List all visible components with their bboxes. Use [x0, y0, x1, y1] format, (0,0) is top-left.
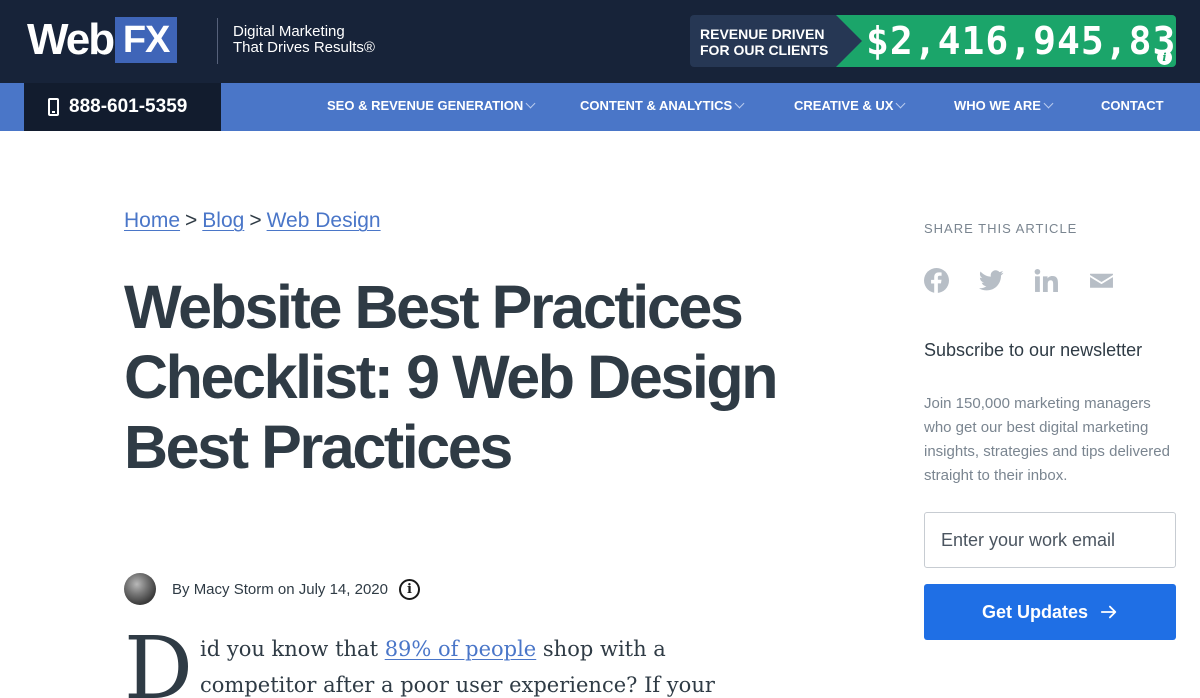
author-name[interactable]: Macy Storm	[194, 581, 274, 598]
revenue-label-line1: REVENUE DRIVEN	[700, 26, 825, 42]
revenue-counter: REVENUE DRIVEN FOR OUR CLIENTS $2,416,94…	[690, 15, 1176, 67]
nav-item-label: CREATIVE & UX	[794, 98, 894, 113]
stat-link[interactable]: 89% of people	[385, 637, 537, 661]
author-avatar	[124, 573, 156, 605]
tagline-line1: Digital Marketing	[233, 23, 345, 40]
byline-prefix: By	[172, 580, 190, 598]
site-header: Web FX Digital Marketing That Drives Res…	[0, 0, 1200, 83]
webfx-logo[interactable]: Web FX	[27, 15, 178, 64]
main-nav: 888-601-5359 SEO & REVENUE GENERATION CO…	[0, 83, 1200, 131]
share-icons	[924, 268, 1144, 293]
revenue-info-icon[interactable]: i	[1157, 50, 1172, 65]
nav-item-label: WHO WE ARE	[954, 98, 1041, 113]
revenue-value: $2,416,945,839	[866, 19, 1176, 63]
revenue-amount-panel: $2,416,945,839 i	[836, 15, 1176, 67]
chevron-down-icon	[734, 98, 745, 109]
email-icon[interactable]	[1089, 268, 1114, 293]
intro-text-before: id you know that	[200, 637, 385, 661]
article-title: Website Best Practices Checklist: 9 Web …	[124, 273, 779, 481]
tagline: Digital Marketing That Drives Results®	[233, 24, 375, 56]
article-byline: By Macy Storm on July 14, 2020 i	[124, 573, 420, 605]
get-updates-label: Get Updates	[981, 601, 1089, 622]
breadcrumb: Home > Blog > Web Design	[124, 207, 381, 235]
phone-icon	[48, 98, 59, 116]
nav-item-content[interactable]: CONTENT & ANALYTICS	[580, 83, 745, 131]
nav-item-label: SEO & REVENUE GENERATION	[327, 98, 524, 113]
nav-item-who-we-are[interactable]: WHO WE ARE	[954, 83, 1054, 131]
logo-divider	[217, 18, 218, 64]
breadcrumb-web-design[interactable]: Web Design	[267, 209, 381, 232]
chevron-down-icon	[895, 98, 906, 109]
breadcrumb-home[interactable]: Home	[124, 209, 180, 232]
nav-item-creative[interactable]: CREATIVE & UX	[794, 83, 906, 131]
revenue-label: REVENUE DRIVEN FOR OUR CLIENTS	[700, 26, 828, 58]
arrow-right-icon	[1100, 605, 1117, 619]
tagline-line2: That Drives Results®	[233, 39, 375, 56]
facebook-icon[interactable]	[924, 268, 949, 293]
share-label: SHARE THIS ARTICLE	[924, 221, 1078, 236]
info-icon[interactable]: i	[398, 578, 420, 600]
revenue-label-line2: FOR OUR CLIENTS	[700, 42, 829, 58]
logo-web-text: Web	[27, 15, 115, 64]
get-updates-button[interactable]: Get Updates	[924, 584, 1176, 640]
email-field[interactable]	[924, 512, 1176, 568]
phone-link[interactable]: 888-601-5359	[24, 83, 221, 131]
breadcrumb-separator: >	[185, 209, 198, 232]
publish-date: July 14, 2020	[298, 580, 388, 598]
chevron-down-icon	[1043, 98, 1054, 109]
nav-item-label: CONTENT & ANALYTICS	[580, 98, 733, 113]
article-intro: id you know that 89% of people shop with…	[200, 631, 770, 698]
breadcrumb-blog[interactable]: Blog	[202, 209, 244, 232]
nav-item-seo[interactable]: SEO & REVENUE GENERATION	[327, 83, 536, 131]
drop-cap: D	[124, 619, 193, 698]
nav-item-label: CONTACT	[1101, 98, 1164, 113]
newsletter-title: Subscribe to our newsletter	[924, 340, 1143, 360]
phone-number: 888-601-5359	[69, 96, 188, 117]
twitter-icon[interactable]	[979, 268, 1004, 293]
date-prefix: on	[277, 580, 295, 598]
linkedin-icon[interactable]	[1034, 268, 1059, 293]
chevron-down-icon	[525, 98, 536, 109]
newsletter-description: Join 150,000 marketing managers who get …	[924, 395, 1170, 484]
logo-fx-badge: FX	[115, 17, 178, 63]
breadcrumb-separator: >	[249, 209, 262, 232]
nav-item-contact[interactable]: CONTACT	[1101, 83, 1164, 131]
